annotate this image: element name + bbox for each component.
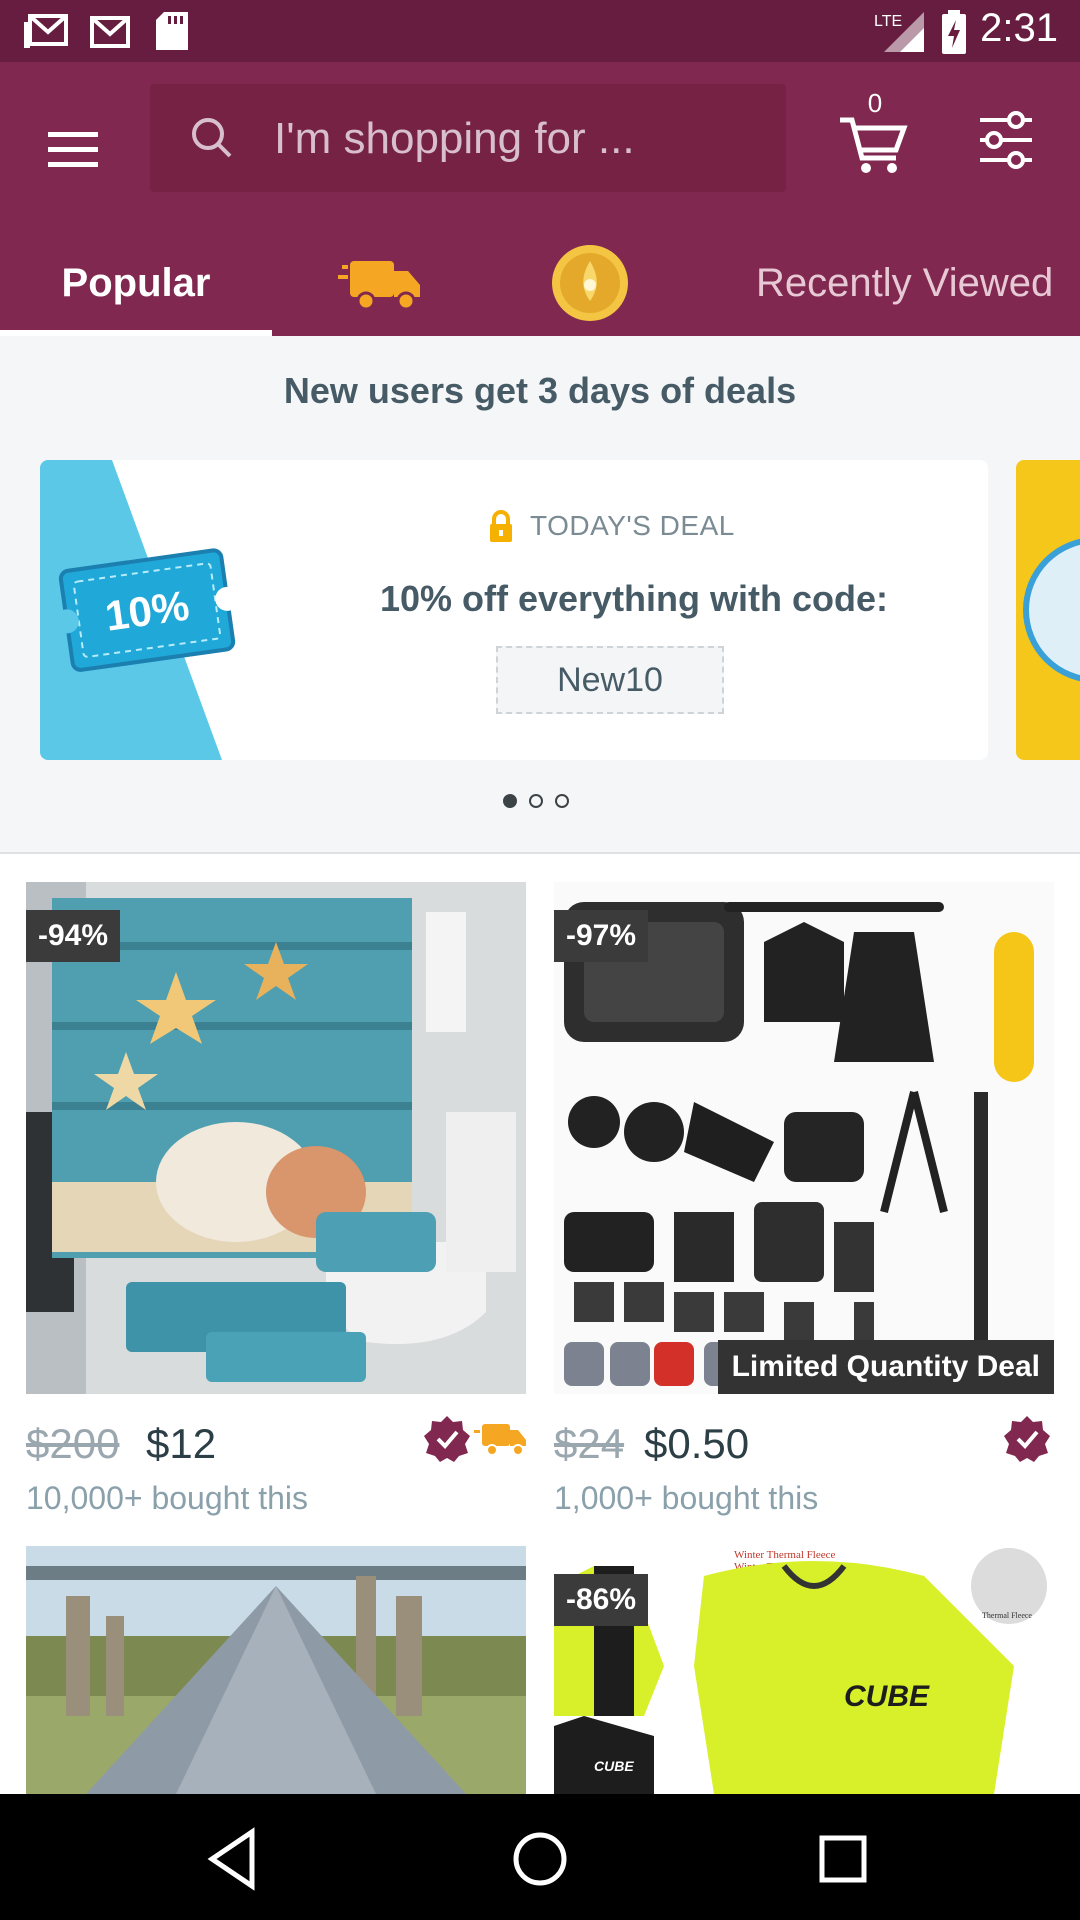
limited-quantity-badge: Limited Quantity Deal bbox=[717, 1340, 1054, 1394]
promo-code[interactable]: New10 bbox=[496, 646, 724, 714]
lock-icon bbox=[490, 510, 512, 542]
deal-description: 10% off everything with code: bbox=[379, 578, 889, 619]
cart-button[interactable]: 0 bbox=[838, 88, 908, 174]
product-image[interactable]: Winter Thermal Fleece Winter Thermal Fle… bbox=[554, 1546, 1054, 1794]
product-image[interactable]: -94% bbox=[26, 882, 526, 1394]
back-icon[interactable] bbox=[200, 1824, 270, 1894]
deal-tag: TODAY'S DEAL bbox=[530, 510, 735, 541]
product-card[interactable]: Winter Thermal Fleece Winter Thermal Fle… bbox=[554, 1546, 1054, 1794]
search-input[interactable] bbox=[272, 108, 766, 170]
promo-title: New users get 3 days of deals bbox=[283, 370, 797, 411]
svg-text:LTE: LTE bbox=[874, 13, 902, 30]
discount-badge: -94% bbox=[26, 910, 121, 962]
gmail-icon bbox=[90, 16, 130, 48]
product-image[interactable]: -97% Limited Quantity Deal bbox=[554, 882, 1054, 1394]
product-image[interactable] bbox=[26, 1546, 526, 1794]
tab-recently-viewed-label: Recently Viewed bbox=[756, 260, 1054, 305]
next-deal-graphic bbox=[1023, 538, 1080, 682]
product-card[interactable]: -94% $200 $12 10,000+ bought this bbox=[26, 882, 526, 1522]
verified-badge-icon bbox=[424, 1416, 470, 1462]
coin-icon bbox=[552, 245, 628, 321]
product-card[interactable]: -97% Limited Quantity Deal $24 $0.50 1,0… bbox=[554, 882, 1054, 1522]
price-row: $24 $0.50 bbox=[554, 1412, 1054, 1474]
verified-badge-icon bbox=[1004, 1416, 1050, 1462]
filter-settings-icon[interactable] bbox=[976, 110, 1036, 170]
bought-count: 1,000+ bought this bbox=[554, 1480, 819, 1516]
status-bar: LTE 2:31 bbox=[0, 0, 1080, 62]
bought-count: 10,000+ bought this bbox=[26, 1480, 309, 1516]
fast-shipping-icon bbox=[474, 1424, 526, 1456]
tab-recently-viewed[interactable]: Recently Viewed bbox=[700, 230, 1080, 336]
clock: 2:31 bbox=[980, 6, 1058, 50]
gmail-notification-icon bbox=[24, 14, 68, 48]
original-price: $200 bbox=[26, 1420, 120, 1467]
deal-card[interactable]: 10% TODAY'S DEAL 10% off everything with… bbox=[40, 460, 988, 760]
product-card[interactable] bbox=[26, 1546, 526, 1794]
discount-badge: -97% bbox=[554, 910, 649, 962]
carousel-dot-2[interactable] bbox=[529, 794, 543, 808]
tab-popular[interactable]: Popular bbox=[0, 230, 272, 336]
active-tab-indicator bbox=[0, 330, 272, 336]
carousel-dot-1[interactable] bbox=[503, 794, 517, 808]
sale-price: $12 bbox=[146, 1420, 217, 1467]
signal-icon: LTE bbox=[874, 12, 924, 52]
cart-count-badge: 0 bbox=[867, 88, 883, 118]
carousel-indicator bbox=[503, 794, 569, 814]
app-bar: 0 Popular bbox=[0, 62, 1080, 336]
search-icon bbox=[192, 118, 232, 158]
menu-icon[interactable] bbox=[40, 116, 106, 182]
garden-shade-sail-image bbox=[26, 1546, 526, 1794]
svg-text:CUBE: CUBE bbox=[844, 1680, 930, 1713]
search-bar[interactable] bbox=[150, 84, 786, 192]
tab-popular-label: Popular bbox=[61, 260, 211, 305]
svg-text:Thermal Fleece: Thermal Fleece bbox=[982, 1611, 1032, 1620]
tab-daily-coin[interactable] bbox=[520, 230, 660, 336]
battery-charging-icon bbox=[942, 10, 966, 54]
svg-text:CUBE: CUBE bbox=[594, 1758, 634, 1774]
price-row: $200 $12 bbox=[26, 1412, 526, 1474]
fast-shipping-truck-icon bbox=[338, 261, 420, 311]
category-tabs: Popular Recently Viewed bbox=[0, 230, 1080, 336]
recent-apps-icon[interactable] bbox=[808, 1824, 878, 1894]
home-icon[interactable] bbox=[505, 1824, 575, 1894]
original-price: $24 bbox=[554, 1420, 625, 1467]
sd-card-icon bbox=[156, 12, 188, 50]
system-navigation-bar bbox=[0, 1794, 1080, 1920]
discount-badge: -86% bbox=[554, 1574, 649, 1626]
svg-text:Winter Thermal Fleece: Winter Thermal Fleece bbox=[734, 1549, 835, 1561]
tab-fast-shipping[interactable] bbox=[300, 230, 460, 336]
next-deal-card-peek[interactable] bbox=[1016, 460, 1080, 760]
carousel-dot-3[interactable] bbox=[555, 794, 569, 808]
sale-price: $0.50 bbox=[644, 1420, 750, 1467]
